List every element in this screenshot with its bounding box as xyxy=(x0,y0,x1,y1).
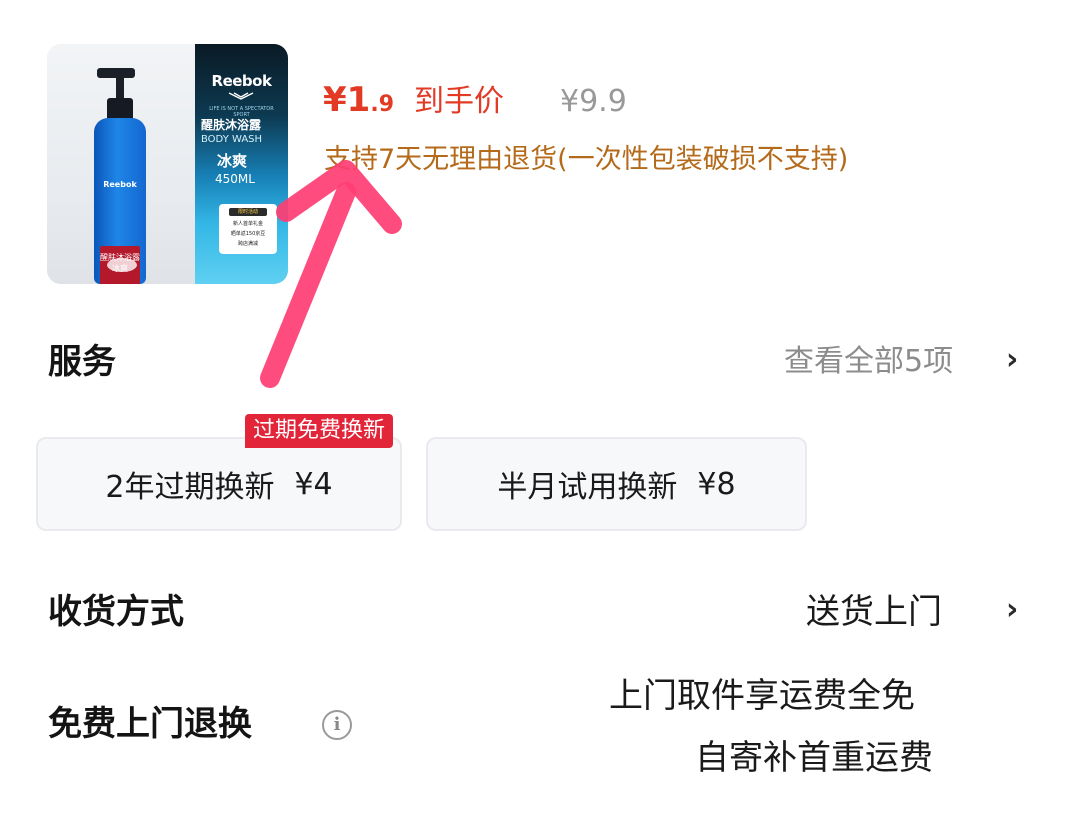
free-return-pickup-text: 上门取件享运费全免 xyxy=(609,676,915,716)
chevron-right-icon[interactable]: › xyxy=(1006,340,1018,380)
free-return-selfship-text: 自寄补首重运费 xyxy=(695,738,933,778)
free-return-title: 免费上门退换 xyxy=(48,704,252,744)
promo-head: 限时活动 xyxy=(229,208,267,216)
brand-logo: Reebok xyxy=(211,72,272,90)
promo-line: 晒单返150京豆 xyxy=(230,231,266,237)
shipping-method-value[interactable]: 送货上门 xyxy=(806,590,942,634)
panel-volume: 450ML xyxy=(215,172,255,186)
panel-en-title: BODY WASH xyxy=(201,134,263,145)
service-option-2yr-renew[interactable]: 2年过期换新 ¥4 xyxy=(36,437,402,531)
product-info-panel: Reebok LIFE IS NOT A SPECTATOR SPORT 醒肤沐… xyxy=(195,44,288,284)
promo-line: 跨店满减 xyxy=(237,241,258,247)
price-integer: 1 xyxy=(346,80,371,120)
product-image[interactable]: Reebok 醒肤沐浴露 冰爽 Reebok LIFE IS NOT A SPE… xyxy=(47,44,288,284)
water-splash xyxy=(107,258,137,272)
service-option-name: 2年过期换新 xyxy=(105,470,275,505)
currency-symbol: ¥ xyxy=(323,80,347,120)
original-price: ¥9.9 xyxy=(560,84,627,119)
product-photo-bottle: Reebok 醒肤沐浴露 冰爽 xyxy=(47,44,195,284)
service-option-price: ¥8 xyxy=(697,466,736,502)
price-decimal: .9 xyxy=(370,92,395,117)
shipping-title: 收货方式 xyxy=(48,592,184,632)
bottle-neck xyxy=(107,98,133,120)
info-icon[interactable]: i xyxy=(322,710,352,740)
chevron-right-icon[interactable]: › xyxy=(1006,590,1018,630)
price-label: 到手价 xyxy=(414,84,504,119)
bottle-brand-label: Reebok xyxy=(103,180,137,189)
service-option-name: 半月试用换新 xyxy=(497,470,678,505)
panel-cn-title: 醒肤沐浴露 xyxy=(201,118,262,132)
panel-variant: 冰爽 xyxy=(217,152,248,170)
promo-card: 限时活动 新人首单礼金 晒单返150京豆 跨店满减 xyxy=(219,204,277,254)
return-policy[interactable]: 支持7天无理由退货(一次性包装破损不支持) xyxy=(324,140,848,180)
service-title: 服务 xyxy=(48,342,116,382)
current-price: ¥1.9 xyxy=(323,80,394,125)
bottle-pump-stem xyxy=(116,68,124,98)
view-all-services-link[interactable]: 查看全部5项 xyxy=(784,342,953,382)
promo-line: 新人首单礼金 xyxy=(232,221,263,227)
reebok-delta-icon xyxy=(228,92,254,100)
service-option-price: ¥4 xyxy=(294,466,333,502)
service-option-halfmonth-trial[interactable]: 半月试用换新 ¥8 xyxy=(426,437,807,531)
service-badge: 过期免费换新 xyxy=(245,414,394,448)
